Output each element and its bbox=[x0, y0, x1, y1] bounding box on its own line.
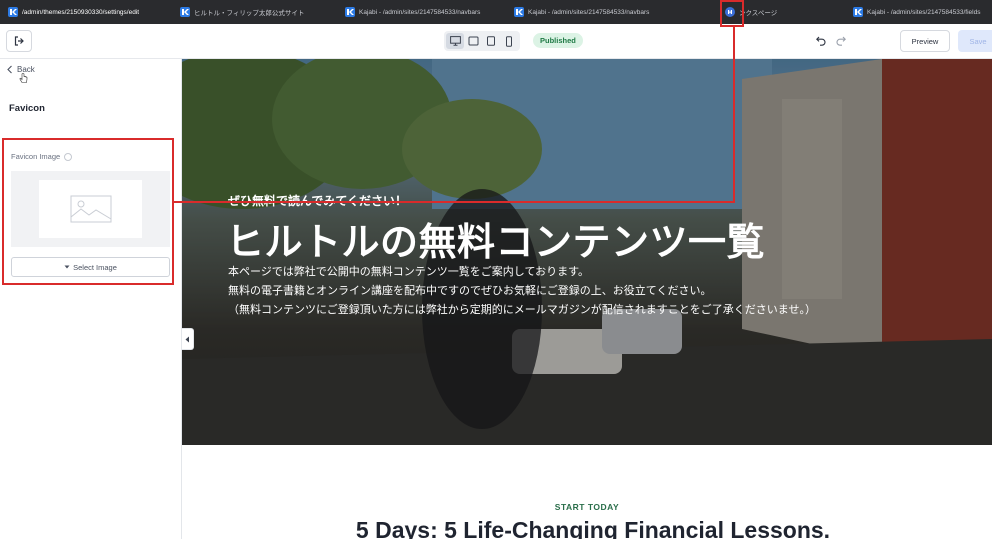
annotation-highlight-box bbox=[720, 0, 744, 27]
status-badge: Published bbox=[533, 33, 583, 48]
image-placeholder bbox=[39, 180, 142, 238]
select-image-label: Select Image bbox=[73, 262, 117, 272]
section-eyebrow: START TODAY bbox=[554, 502, 620, 512]
browser-tab-navbars-2[interactable]: Kajabi - /admin/sites/2147584533/navbars bbox=[506, 0, 717, 24]
browser-tab-strip: /admin/themes/2150930330/settings/edit ヒ… bbox=[0, 0, 992, 24]
tab-label: Kajabi - /admin/sites/2147584533/navbars bbox=[528, 8, 650, 16]
browser-tab-navbars-1[interactable]: Kajabi - /admin/sites/2147584533/navbars bbox=[337, 0, 506, 24]
section-title: 5 Days: 5 Life-Changing Financial Lesson… bbox=[355, 517, 831, 539]
field-label: Favicon Image bbox=[11, 152, 73, 161]
editor-toolbar: Published Preview Save bbox=[0, 24, 992, 59]
panel-title: Favicon bbox=[9, 103, 45, 114]
device-switcher bbox=[444, 31, 520, 51]
settings-sidebar: Back Favicon Favicon Image Select Image bbox=[0, 59, 182, 539]
save-button[interactable]: Save bbox=[958, 30, 992, 52]
annotation-connector-line bbox=[174, 201, 735, 203]
exit-editor-button[interactable] bbox=[6, 30, 32, 52]
select-image-button[interactable]: Select Image bbox=[11, 257, 170, 277]
collapse-sidebar-button[interactable] bbox=[182, 328, 194, 350]
tab-label: ンクスページ bbox=[739, 10, 778, 17]
info-icon[interactable] bbox=[64, 152, 73, 161]
tab-label: ヒルトル・フィリップ太郎公式サイト bbox=[194, 10, 305, 17]
kajabi-icon bbox=[8, 7, 18, 17]
hero-body-line: （無料コンテンツにご登録頂いた方には弊社から定期的にメールマガジンが配信されます… bbox=[228, 304, 816, 316]
browser-tab-fields[interactable]: Kajabi - /admin/sites/2147584533/fields bbox=[845, 0, 992, 24]
redo-icon[interactable] bbox=[835, 34, 847, 46]
tablet-icon bbox=[487, 36, 495, 46]
tab-label: Kajabi - /admin/sites/2147584533/navbars bbox=[359, 8, 481, 16]
tab-label: /admin/themes/2150930330/settings/edit bbox=[22, 8, 140, 16]
browser-tab-settings[interactable]: /admin/themes/2150930330/settings/edit bbox=[0, 0, 172, 24]
browser-tab-site[interactable]: ヒルトル・フィリップ太郎公式サイト bbox=[172, 0, 337, 24]
kajabi-icon bbox=[345, 7, 355, 17]
tab-label: Kajabi - /admin/sites/2147584533/fields bbox=[867, 8, 981, 16]
exit-icon bbox=[14, 36, 24, 46]
favicon-image-label: Favicon Image bbox=[11, 152, 61, 161]
caret-down-icon bbox=[64, 265, 70, 269]
favicon-image-field: Favicon Image Select Image bbox=[2, 138, 174, 285]
laptop-icon bbox=[468, 36, 478, 46]
tablet-view-button[interactable] bbox=[482, 33, 500, 49]
image-placeholder-icon bbox=[70, 195, 111, 223]
hero-body-line: 本ページでは弊社で公開中の無料コンテンツ一覧をご案内しております。 bbox=[228, 266, 590, 278]
desktop-icon bbox=[449, 36, 461, 46]
kajabi-icon bbox=[180, 7, 190, 17]
back-link[interactable]: Back bbox=[6, 65, 35, 83]
page-preview-canvas: ぜひ無料で読んでみてください！ ヒルトルの無料コンテンツ一覧 本ページでは弊社で… bbox=[182, 59, 992, 539]
preview-button[interactable]: Preview bbox=[900, 30, 950, 52]
hero-body-line: 無料の電子書籍とオンライン講座を配布中ですのでぜひお気軽にご登録の上、お役立てく… bbox=[228, 285, 712, 297]
hero-headline: ヒルトルの無料コンテンツ一覧 bbox=[226, 222, 766, 264]
chevron-left-icon bbox=[7, 65, 12, 74]
kajabi-icon bbox=[853, 7, 863, 17]
undo-icon[interactable] bbox=[815, 34, 827, 46]
hero-section[interactable]: ぜひ無料で読んでみてください！ ヒルトルの無料コンテンツ一覧 本ページでは弊社で… bbox=[182, 59, 992, 445]
laptop-view-button[interactable] bbox=[464, 33, 482, 49]
mobile-view-button[interactable] bbox=[500, 33, 518, 49]
image-preview-area[interactable] bbox=[11, 171, 170, 247]
kajabi-icon bbox=[514, 7, 524, 17]
mobile-icon bbox=[506, 35, 512, 47]
hand-cursor-icon bbox=[19, 73, 28, 83]
desktop-view-button[interactable] bbox=[446, 33, 464, 49]
caret-left-icon bbox=[185, 336, 189, 342]
annotation-connector-line bbox=[733, 27, 735, 203]
